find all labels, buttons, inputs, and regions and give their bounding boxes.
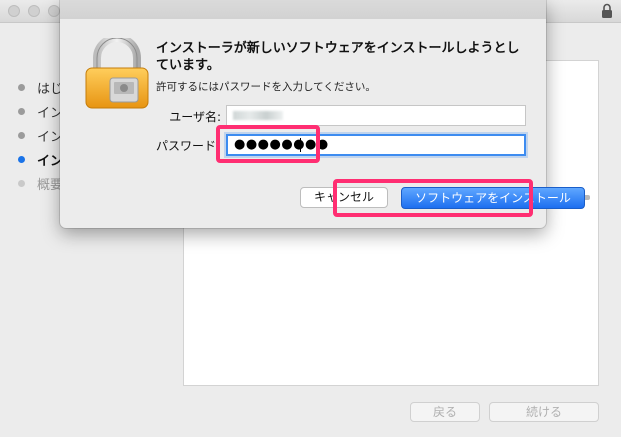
dialog-subtext: 許可するにはパスワードを入力してください。 [156, 81, 376, 93]
install-button-highlight-box [333, 179, 533, 217]
back-button[interactable]: 戻る [410, 402, 480, 422]
step-dot [18, 180, 25, 187]
step-dot-active [18, 156, 25, 163]
zoom-window-button[interactable] [48, 5, 60, 17]
dialog-top-strip [60, 0, 546, 19]
close-window-button[interactable] [8, 5, 20, 17]
lock-icon [602, 3, 612, 18]
username-value-blurred [233, 111, 283, 120]
password-highlight-box [216, 125, 320, 163]
step-dot [18, 84, 25, 91]
username-label: ユーザ名: [169, 110, 221, 124]
dialog-headline: インストーラが新しいソフトウェアをインストールしようとしています。 [156, 41, 520, 73]
minimize-window-button[interactable] [28, 5, 40, 17]
username-field[interactable] [226, 105, 526, 126]
step-dot [18, 108, 25, 115]
padlock-icon [85, 38, 149, 109]
password-label: パスワード [155, 139, 216, 153]
continue-button[interactable]: 続ける [489, 402, 599, 422]
step-dot [18, 132, 25, 139]
